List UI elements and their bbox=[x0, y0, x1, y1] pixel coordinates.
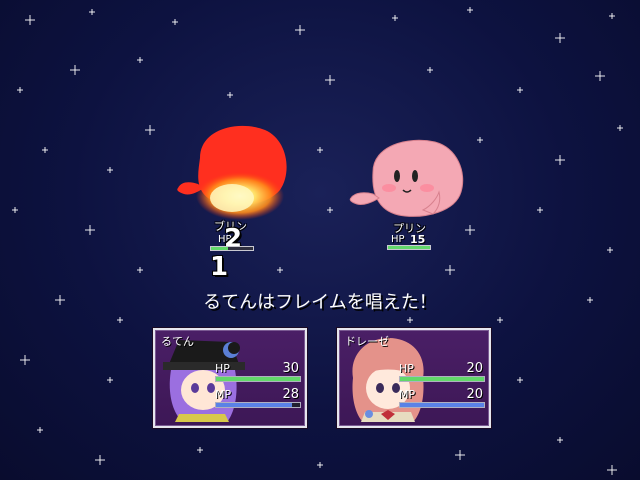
star-sparkle bbox=[227, 92, 233, 98]
star-sparkle bbox=[95, 455, 105, 465]
star-sparkle bbox=[37, 427, 43, 433]
star-sparkle bbox=[497, 317, 503, 323]
hp-label: HP bbox=[215, 362, 230, 375]
hp-value: 30 bbox=[282, 361, 299, 376]
party-status-window[interactable]: るてん HP 30 MP 28 bbox=[153, 328, 307, 428]
star-sparkle bbox=[42, 147, 48, 153]
star-sparkle bbox=[617, 125, 623, 131]
damage-number: 1 bbox=[210, 252, 229, 282]
hp-gauge bbox=[399, 376, 485, 382]
star-sparkle bbox=[467, 7, 473, 13]
star-sparkle bbox=[392, 15, 398, 21]
star-sparkle bbox=[607, 465, 617, 475]
star-sparkle bbox=[317, 147, 323, 153]
enemy-hp-gauge bbox=[210, 246, 254, 251]
enemy-hp-gauge bbox=[387, 245, 431, 250]
star-sparkle bbox=[137, 267, 143, 273]
star-sparkle bbox=[145, 125, 155, 135]
mp-gauge-fill bbox=[400, 403, 484, 407]
star-sparkle bbox=[595, 71, 605, 81]
character-name: るてん bbox=[161, 335, 194, 348]
mp-value: 20 bbox=[466, 387, 483, 402]
star-sparkle bbox=[137, 57, 143, 63]
star-sparkle bbox=[197, 447, 203, 453]
star-sparkle bbox=[427, 67, 433, 73]
mp-label: MP bbox=[399, 388, 416, 401]
star-sparkle bbox=[85, 225, 95, 235]
battle-message: るてんはフレイムを唱えた！ bbox=[203, 292, 437, 313]
star-sparkle bbox=[277, 267, 283, 273]
star-sparkle bbox=[25, 15, 35, 25]
star-sparkle bbox=[607, 247, 613, 253]
battle-screen: ブリン HP 2 1 プリン HP 15 るてんはフレイムを唱えた！ るてん H… bbox=[0, 0, 640, 480]
star-sparkle bbox=[555, 33, 565, 43]
hp-gauge-fill bbox=[216, 377, 300, 381]
star-sparkle bbox=[107, 377, 113, 383]
star-sparkle bbox=[517, 87, 523, 93]
mp-gauge bbox=[399, 402, 485, 408]
star-sparkle bbox=[557, 437, 563, 443]
star-sparkle bbox=[317, 462, 323, 468]
party-status-window[interactable]: ドレーゼ HP 20 MP 20 bbox=[337, 328, 491, 428]
hp-gauge-fill bbox=[400, 377, 484, 381]
enemy-hp-fill bbox=[211, 247, 228, 250]
star-sparkle bbox=[455, 450, 465, 460]
enemy-sprite-pink bbox=[349, 139, 464, 217]
mp-gauge-fill bbox=[216, 403, 292, 407]
star-sparkle bbox=[12, 207, 18, 213]
star-sparkle bbox=[517, 377, 523, 383]
hp-value: 20 bbox=[466, 361, 483, 376]
mp-gauge bbox=[215, 402, 301, 408]
enemy-hp-label: HP bbox=[391, 234, 405, 245]
star-sparkle bbox=[477, 137, 483, 143]
enemy-slime-pink[interactable] bbox=[345, 132, 470, 227]
star-sparkle bbox=[609, 13, 615, 19]
star-sparkle bbox=[327, 207, 333, 213]
hp-gauge bbox=[215, 376, 301, 382]
star-sparkle bbox=[325, 75, 335, 85]
star-sparkle bbox=[89, 9, 95, 15]
star-sparkle bbox=[172, 19, 178, 25]
hp-label: HP bbox=[399, 362, 414, 375]
star-sparkle bbox=[17, 87, 23, 93]
star-sparkle bbox=[117, 317, 123, 323]
star-sparkle bbox=[20, 355, 30, 365]
star-sparkle bbox=[295, 25, 305, 35]
character-name: ドレーゼ bbox=[345, 335, 389, 348]
star-sparkle bbox=[445, 265, 455, 275]
star-sparkle bbox=[537, 207, 543, 213]
star-sparkle bbox=[70, 65, 80, 75]
enemy-hp-fill bbox=[388, 246, 430, 249]
star-sparkle bbox=[555, 155, 565, 165]
mp-value: 28 bbox=[282, 387, 299, 402]
star-sparkle bbox=[107, 167, 113, 173]
mp-label: MP bbox=[215, 388, 232, 401]
star-sparkle bbox=[407, 317, 413, 323]
